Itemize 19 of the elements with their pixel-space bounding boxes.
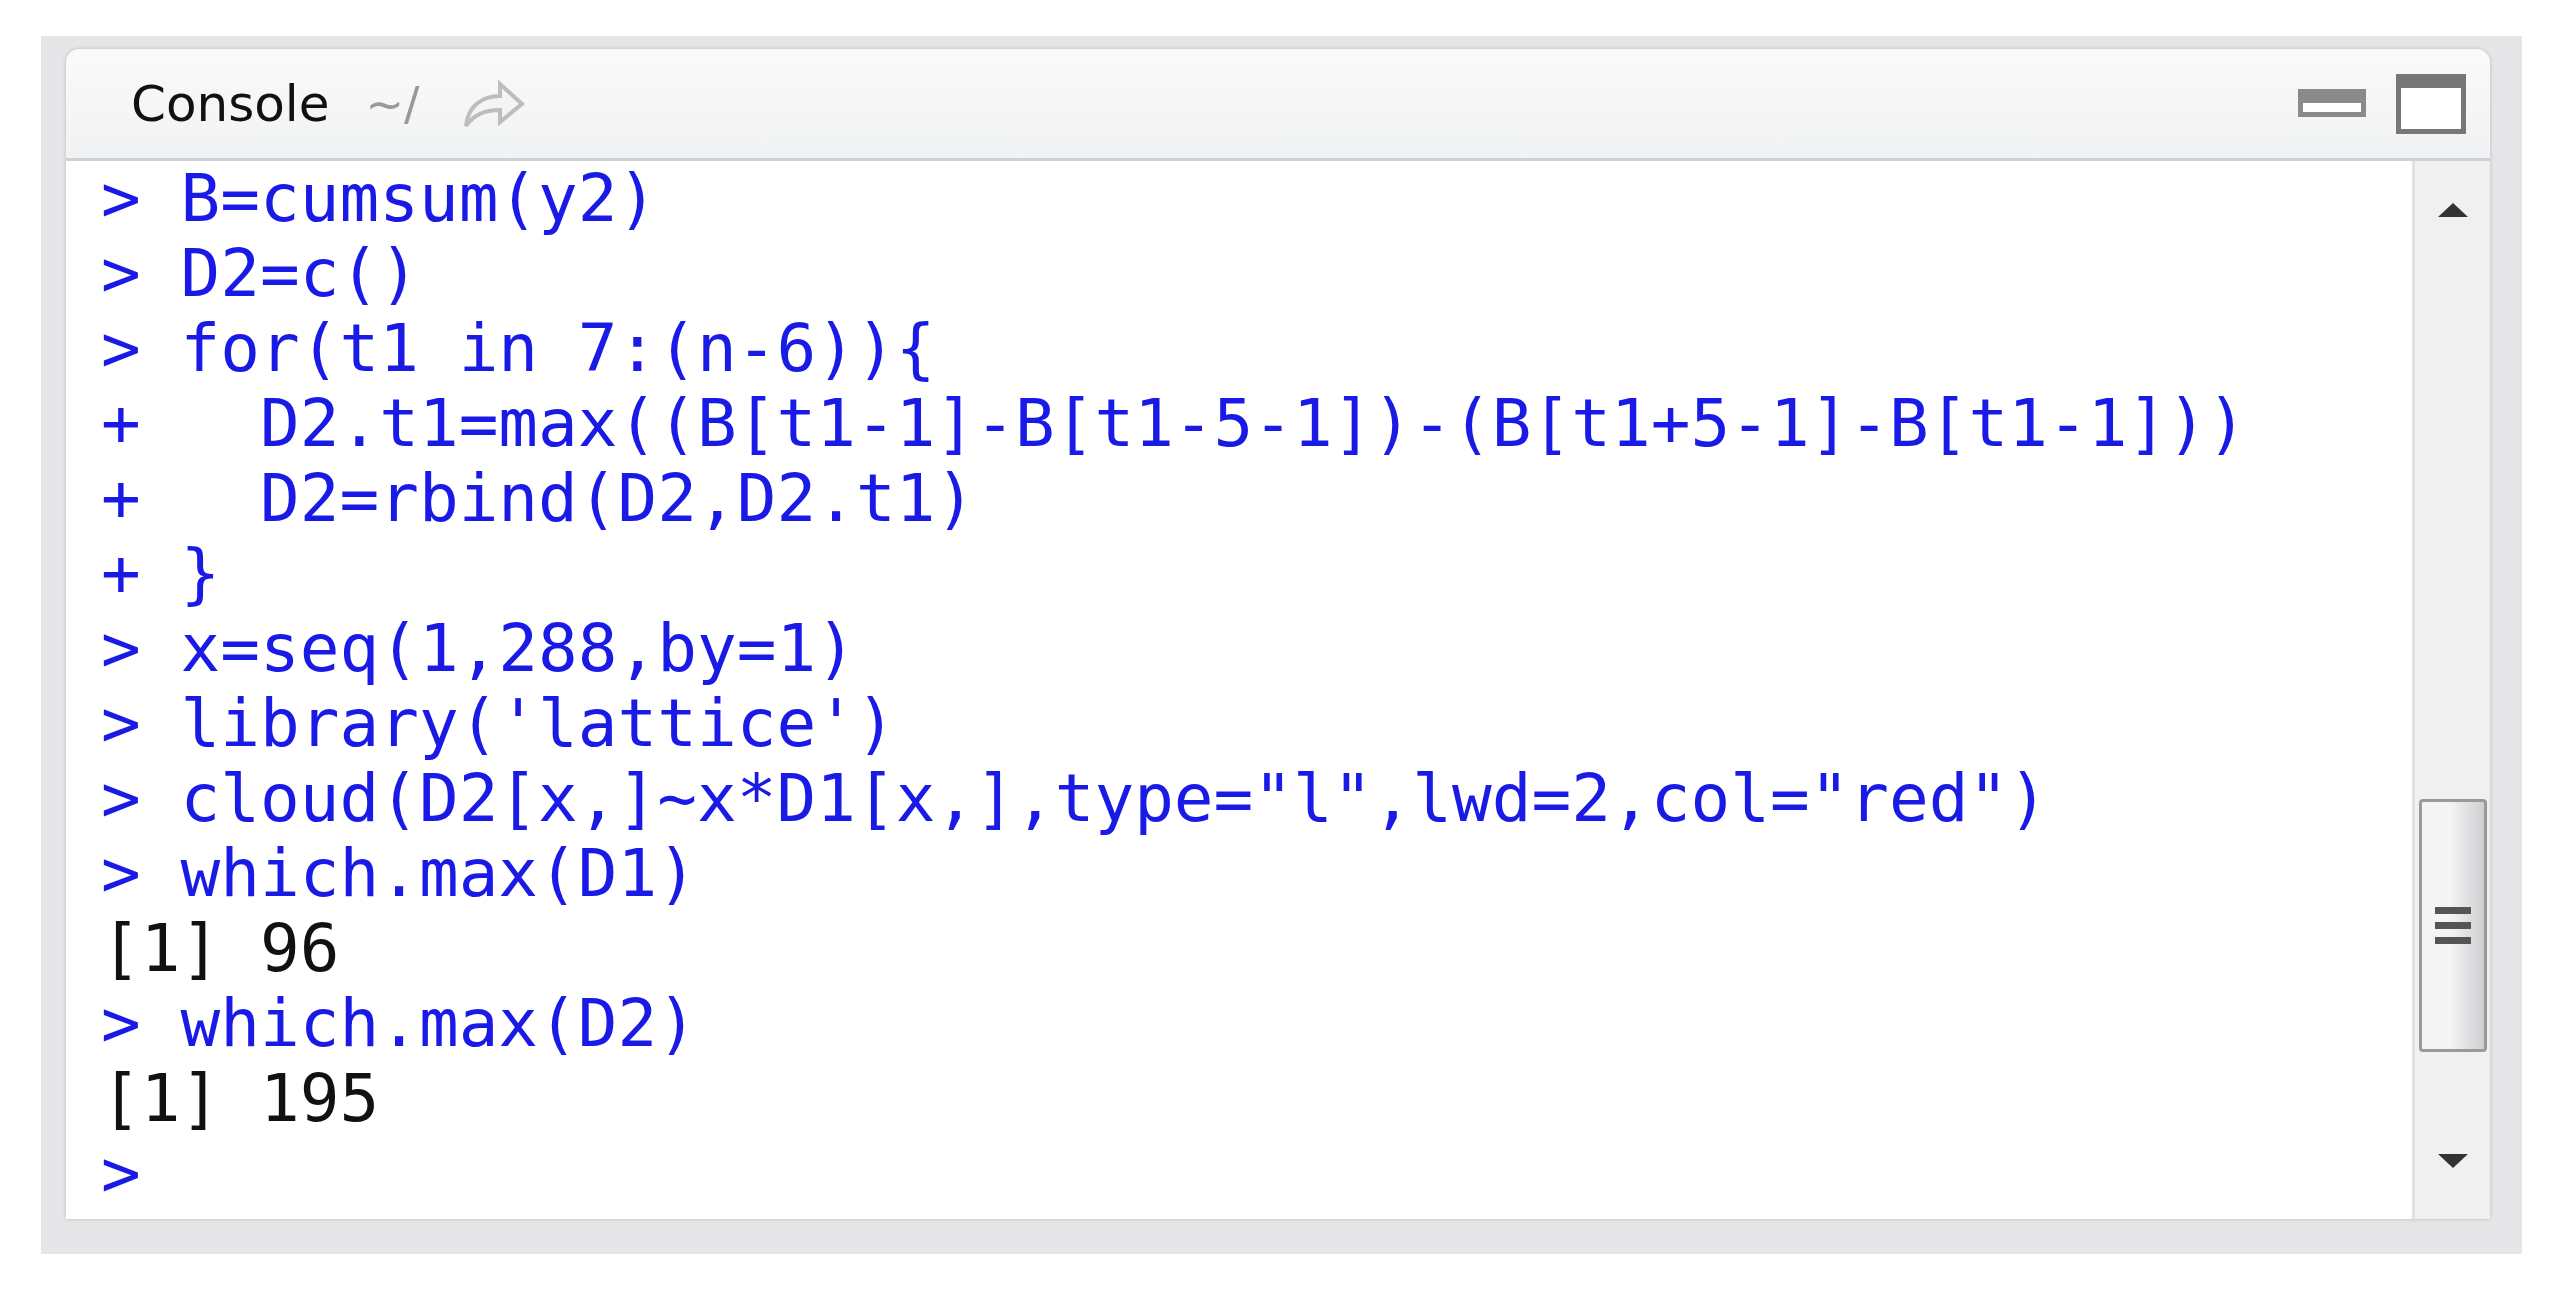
console-line: > B=cumsum(y2) — [101, 161, 658, 236]
console-line: + D2.t1=max((B[t1-1]-B[t1-5-1])-(B[t1+5-1]-B[t1-1])) — [101, 386, 2247, 461]
console-line: > for(t1 in 7:(n-6)){ — [101, 311, 936, 386]
console-line: > library('lattice') — [101, 686, 896, 761]
console-line: > which.max(D1) — [101, 836, 698, 911]
maximize-icon[interactable] — [2394, 71, 2468, 136]
console-line: + D2=rbind(D2,D2.t1) — [101, 461, 976, 536]
console-line: > D2=c() — [101, 236, 419, 311]
scrollbar[interactable] — [2412, 161, 2490, 1219]
console-line: > x=seq(1,288,by=1) — [101, 611, 856, 686]
console-line: [1] 96 — [101, 911, 340, 986]
scroll-thumb[interactable] — [2418, 799, 2487, 1052]
console-line: > — [101, 1136, 142, 1211]
console-line: [1] 195 — [101, 1061, 380, 1136]
working-directory[interactable]: ~/ — [365, 76, 420, 131]
panel-title: Console — [131, 74, 330, 133]
console-line: > cloud(D2[x,]~x*D1[x,],type="l",lwd=2,col="red") — [101, 761, 2049, 836]
console-line: > which.max(D2) — [101, 986, 698, 1061]
console-line: + } — [101, 536, 221, 611]
